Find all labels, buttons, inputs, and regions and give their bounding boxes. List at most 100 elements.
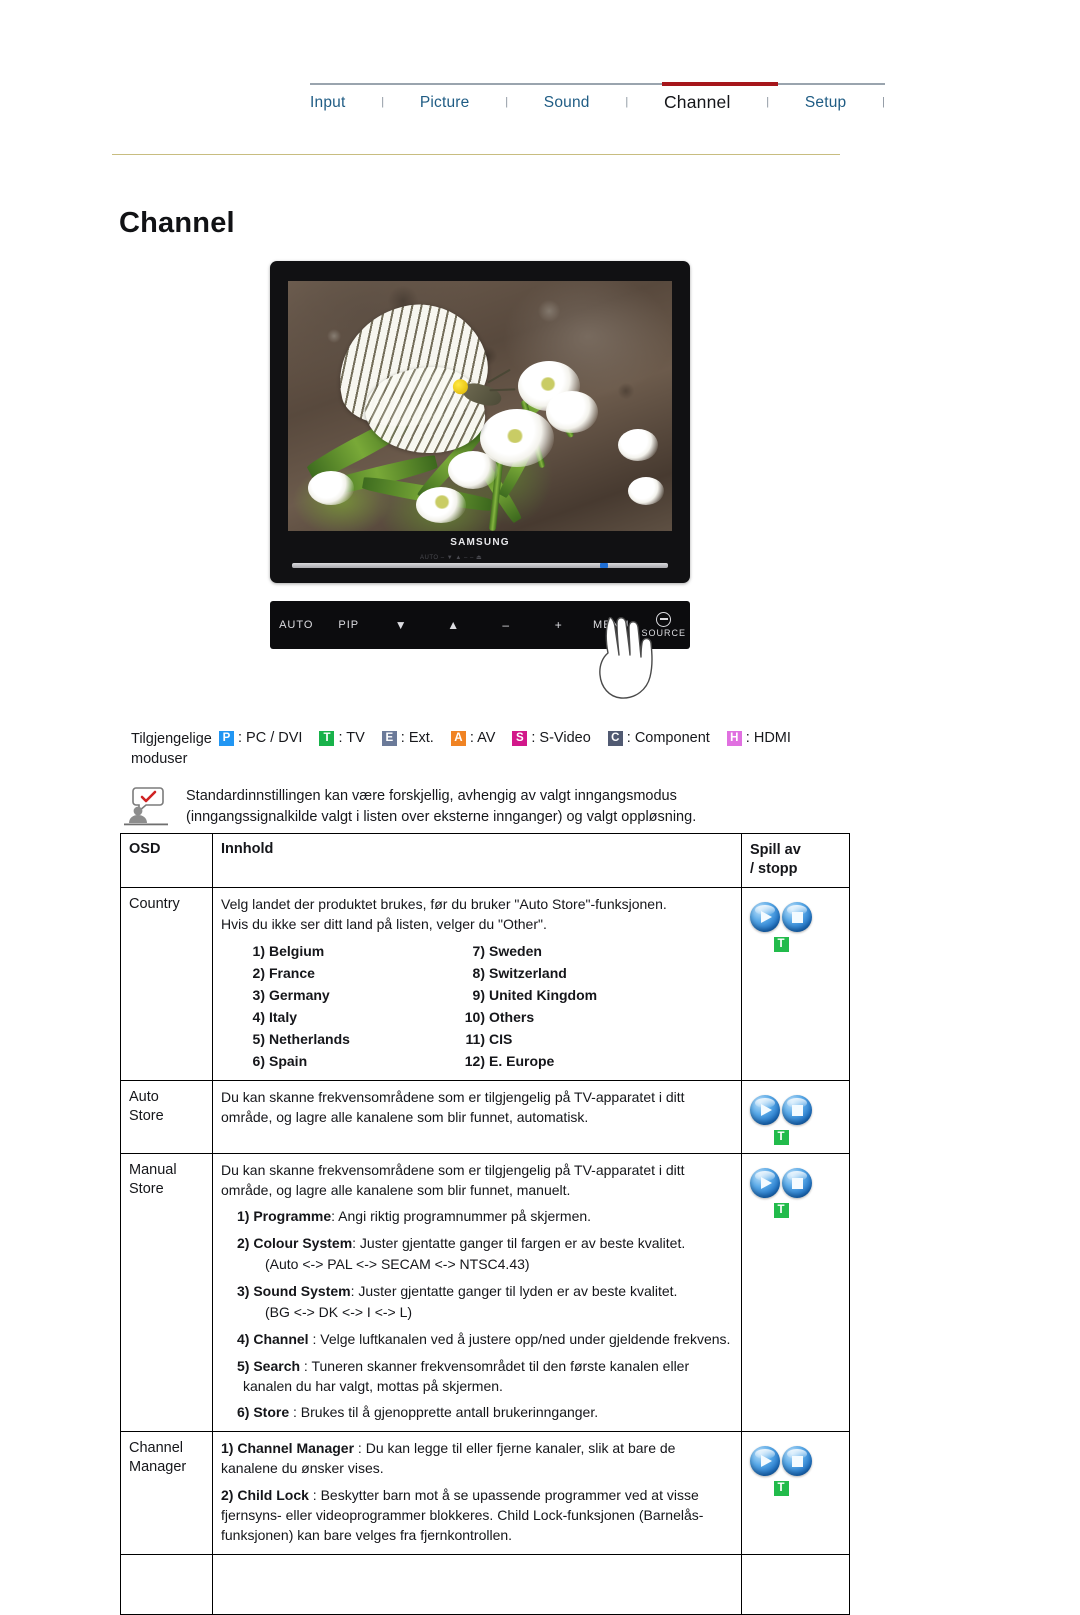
top-navigation: Input | Picture | Sound | Channel | Setu… <box>310 82 885 113</box>
manual-store-line-1: Du kan skanne frekvensområdene som er ti… <box>221 1161 685 1178</box>
osd-manual-store-line2: Store <box>129 1180 164 1197</box>
mode-tv-label: : TV <box>338 730 365 746</box>
play-icon[interactable] <box>750 1446 780 1477</box>
content-partial <box>212 1553 742 1615</box>
note-line-2: (inngangssignalkilde valgt i listen over… <box>186 809 697 826</box>
channel-manager-item-1: 1) Channel Manager : Du kan legge til el… <box>221 1440 676 1477</box>
table-row-auto-store: Auto Store Du kan skanne frekvensområden… <box>120 1079 850 1154</box>
badge-s-icon: S <box>512 730 528 746</box>
country-line-1: Velg landet der produktet brukes, før du… <box>221 895 667 912</box>
auto-store-line-1: Du kan skanne frekvensområdene som er ti… <box>221 1088 685 1105</box>
control-plus-icon[interactable]: + <box>533 618 586 632</box>
play-stop-buttons <box>750 901 812 932</box>
country-item: 5) Netherlands <box>252 1030 350 1047</box>
flower-center <box>540 377 556 391</box>
control-auto[interactable]: AUTO <box>270 619 323 631</box>
white-flower <box>628 477 664 505</box>
mode-pc-dvi-label: : PC / DVI <box>238 730 303 746</box>
manual-store-item-2: 2) Colour System: Juster gjentatte gange… <box>237 1235 686 1252</box>
stop-icon[interactable] <box>782 1446 812 1477</box>
note-text: Standardinnstillingen kan være forskjell… <box>186 786 696 828</box>
play-stop-buttons <box>750 1446 812 1477</box>
play-stop-group: T <box>750 901 812 952</box>
table-row-country: Country Velg landet der produktet brukes… <box>120 886 850 1081</box>
samsung-logo: SAMSUNG <box>450 537 510 548</box>
play-icon[interactable] <box>750 901 780 932</box>
country-item: 7) Sweden <box>472 943 542 960</box>
tab-channel[interactable]: Channel <box>664 92 731 113</box>
header-play-stop: Spill av / stopp <box>741 833 850 888</box>
header-play-line2: / stopp <box>750 860 798 877</box>
badge-t-icon: T <box>773 1129 789 1145</box>
badge-t-icon: T <box>319 730 335 746</box>
osd-table: OSD Innhold Spill av / stopp Country Vel… <box>120 833 850 1615</box>
play-stop-channel-manager: T <box>741 1431 850 1555</box>
country-item: 2) France <box>252 965 315 982</box>
play-icon[interactable] <box>750 1167 780 1198</box>
osd-channel-manager-line1: Channel <box>129 1440 184 1457</box>
monitor-control-bar: AUTO PIP ▼ ▲ – + MENU SOURCE <box>270 601 690 649</box>
country-item: 12) E. Europe <box>464 1052 555 1069</box>
tab-picture[interactable]: Picture <box>420 94 470 112</box>
badge-c-icon: C <box>607 730 623 746</box>
nav-separator: | <box>381 95 385 108</box>
tab-sound[interactable]: Sound <box>544 94 590 112</box>
mode-av: A : AV <box>450 730 496 746</box>
play-stop-group: T <box>750 1167 812 1218</box>
osd-auto-store: Auto Store <box>120 1079 213 1154</box>
header-content: Innhold <box>212 833 742 888</box>
channel-manager-item-2: 2) Child Lock : Beskytter barn mot å se … <box>221 1487 704 1543</box>
white-flower <box>448 451 498 489</box>
mode-component: C : Component <box>607 730 710 746</box>
mode-hdmi: H : HDMI <box>726 730 791 746</box>
tab-setup[interactable]: Setup <box>805 94 847 112</box>
badge-e-icon: E <box>381 730 397 746</box>
play-icon[interactable] <box>750 1094 780 1125</box>
country-list: 1) Belgium 7) Sweden 2) France 8) Switzerlan… <box>221 942 733 1071</box>
control-menu[interactable]: MENU <box>585 619 638 631</box>
play-stop-manual-store: T <box>741 1152 850 1433</box>
butterfly-antenna <box>487 368 511 384</box>
play-stop-group: T <box>750 1094 812 1145</box>
nav-active-indicator <box>662 82 778 86</box>
country-item: 3) Germany <box>252 987 330 1004</box>
control-up-icon[interactable]: ▲ <box>428 618 481 632</box>
manual-store-item-3-cont: (BG <-> DK <-> I <-> L) <box>265 1303 413 1320</box>
available-modes-legend: Tilgjengelige moduser P : PC / DVI T : T… <box>131 730 871 769</box>
badge-t-icon: T <box>773 1481 789 1497</box>
mode-tv: T : TV <box>319 730 365 746</box>
control-source-label: SOURCE <box>641 628 686 638</box>
tab-input[interactable]: Input <box>310 94 345 112</box>
modes-label: Tilgjengelige moduser <box>131 731 212 767</box>
bezel-key-hints: AUTO – ▼ ▲ – – ⏏ <box>420 555 483 561</box>
osd-channel-manager-line2: Manager <box>129 1459 187 1476</box>
stop-icon[interactable] <box>782 1167 812 1198</box>
play-stop-partial <box>741 1553 850 1615</box>
flower-center <box>434 495 450 509</box>
country-item: 9) United Kingdom <box>472 987 598 1004</box>
osd-auto-store-line2: Store <box>129 1107 164 1124</box>
content-channel-manager: 1) Channel Manager : Du kan legge til el… <box>212 1431 742 1555</box>
mode-ext: E : Ext. <box>381 730 434 746</box>
power-led <box>600 563 608 568</box>
control-pip[interactable]: PIP <box>323 619 376 631</box>
butterfly-hindwing <box>365 367 486 454</box>
mode-av-label: : AV <box>469 730 496 746</box>
country-item: 4) Italy <box>252 1009 298 1026</box>
control-down-icon[interactable]: ▼ <box>375 618 428 632</box>
osd-country: Country <box>120 886 213 1081</box>
mode-svideo: S : S-Video <box>512 730 591 746</box>
nav-separator: | <box>625 95 629 108</box>
stop-icon[interactable] <box>782 1094 812 1125</box>
osd-partial <box>120 1553 213 1615</box>
control-minus-icon[interactable]: – <box>480 618 533 632</box>
manual-store-item-1: 1) Programme: Angi riktig programnummer … <box>237 1208 592 1225</box>
page-title: Channel <box>119 207 235 239</box>
osd-manual-store: Manual Store <box>120 1152 213 1433</box>
manual-store-item-5: 5) Search : Tuneren skanner frekvensområ… <box>237 1357 690 1394</box>
manual-store-item-4: 4) Channel : Velge luftkanalen ved å jus… <box>237 1330 731 1347</box>
stop-icon[interactable] <box>782 901 812 932</box>
white-flower <box>308 471 354 505</box>
butterfly-antenna <box>489 388 516 392</box>
control-source[interactable]: SOURCE <box>638 612 691 638</box>
